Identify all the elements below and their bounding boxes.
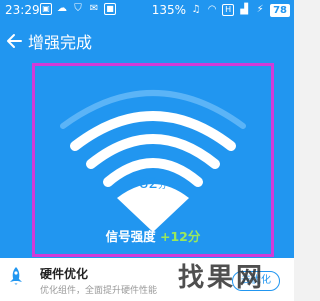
- back-button[interactable]: [2, 29, 26, 53]
- battery-badge: 78: [270, 3, 290, 17]
- rocket-icon: [10, 267, 22, 285]
- card-description: 优化组件，全面提升硬件性能: [40, 286, 158, 296]
- shield-icon: ⛉: [74, 3, 82, 14]
- headphone-icon: ♫: [191, 4, 201, 15]
- strength-delta: +12分: [160, 229, 201, 244]
- score-unit: 分: [158, 181, 168, 191]
- score-value: 82: [138, 174, 159, 192]
- signal-strength: 信号强度 +12分: [35, 226, 271, 245]
- status-left-icons: ▣ ☁ ⛉ ✉ ■: [40, 3, 116, 15]
- watermark: 找果网: [178, 263, 266, 293]
- status-bar: 23:29 ▣ ☁ ⛉ ✉ ■ 135% ♫ ◠ H ▟ ⚡ 78: [0, 0, 294, 20]
- signal-score: 82分: [35, 174, 271, 192]
- card-title: 硬件优化: [40, 267, 89, 281]
- hd-icon: H: [222, 4, 235, 16]
- arrow-left-icon: [7, 34, 22, 48]
- cloud-icon: ☁: [57, 3, 67, 14]
- page-title: 增强完成: [28, 33, 93, 52]
- network-speed: 135%: [152, 3, 186, 17]
- app-badge-icon: ■: [104, 3, 116, 15]
- status-time: 23:29: [5, 3, 40, 17]
- email-icon: ✉: [89, 3, 99, 14]
- wifi-result-panel: 82分 信号强度 +12分: [32, 63, 274, 257]
- network-speed-unit: %: [174, 3, 187, 17]
- signal-icon: ▟: [240, 4, 248, 15]
- strength-label: 信号强度: [105, 229, 156, 244]
- title-bar: 增强完成: [0, 26, 294, 56]
- wifi-icon: ◠: [207, 4, 217, 15]
- status-right: 135% ♫ ◠ H ▟ ⚡ 78: [152, 3, 290, 17]
- charging-icon: ⚡: [256, 4, 264, 15]
- image-icon: ▣: [40, 3, 52, 15]
- network-speed-value: 135: [151, 3, 175, 17]
